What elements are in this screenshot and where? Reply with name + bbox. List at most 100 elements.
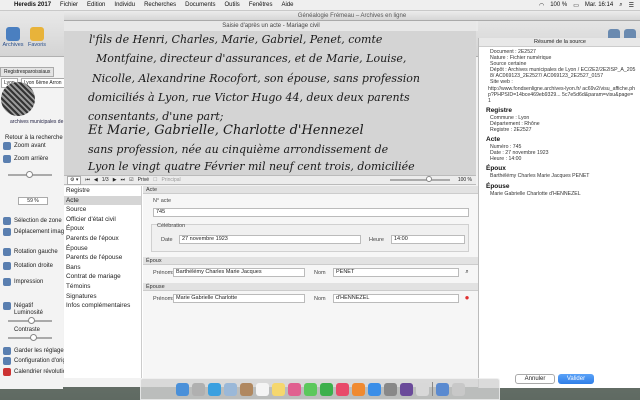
menu-app-name[interactable]: Heredis 2017 [14, 2, 51, 8]
negative-icon [3, 302, 11, 310]
wifi-icon[interactable]: ◠ [539, 2, 544, 9]
menu-outils[interactable]: Outils [224, 2, 239, 8]
last-page-icon[interactable]: ⏭ [121, 177, 126, 183]
nav-item-epouse[interactable]: Épouse [64, 244, 141, 254]
favoris-button[interactable]: Favoris [25, 27, 49, 48]
search-icon[interactable]: ⌕ [619, 2, 622, 9]
selection-button[interactable]: Sélection de zone [3, 217, 62, 225]
gear-menu-button[interactable]: ⚙ ▾ [67, 175, 82, 185]
retour-link[interactable]: Retour à la recherche [5, 135, 63, 141]
menu-edition[interactable]: Edition [87, 2, 105, 8]
contacts-icon[interactable] [239, 382, 253, 396]
document-image[interactable]: l'fils de Henri, Charles, Marie, Gabriel… [64, 21, 476, 175]
date-field[interactable]: 27 novembre 1923 [179, 235, 361, 244]
zoom-out-button[interactable]: Zoom arrière [3, 155, 48, 163]
summary-site-url[interactable]: http://www.fondsenligne.archives-lyon.fr… [486, 86, 636, 104]
epouse-prenoms-field[interactable]: Marie Gabrielle Charlotte [173, 294, 305, 303]
nav-item-parents-epouse[interactable]: Parents de l'épouse [64, 253, 141, 263]
prive-checkbox[interactable]: ☑ [129, 177, 133, 183]
battery-icon[interactable]: ▭ [573, 2, 579, 9]
heure-field[interactable]: 14:00 [391, 235, 465, 244]
next-page-icon[interactable]: ▶ [113, 177, 117, 183]
validate-button[interactable]: Valider [558, 374, 594, 384]
zoom-in-button[interactable]: Zoom avant [3, 142, 46, 150]
rotate-right-button[interactable]: Rotation droite [3, 262, 53, 270]
star-icon [30, 27, 44, 41]
epoux-nom-field[interactable]: PENET [333, 268, 459, 277]
cancel-button[interactable]: Annuler [515, 374, 555, 384]
downloads-icon[interactable] [435, 382, 449, 396]
epouse-remove-icon[interactable]: ● [463, 294, 471, 302]
num-acte-field[interactable]: 745 [153, 208, 469, 217]
viewer-sidebar [0, 89, 63, 389]
epoux-prenoms-field[interactable]: Barthélémy Charles Marie Jacques [173, 268, 305, 277]
summary-panel: Résumé de la source Document : 2E2527 Na… [478, 38, 640, 388]
epoux-search-icon[interactable]: ⌕ [463, 268, 471, 276]
brightness-thumb[interactable] [28, 317, 35, 324]
menu-individu[interactable]: Individu [114, 2, 135, 8]
nav-item-source[interactable]: Source [64, 205, 141, 215]
menu-fenetres[interactable]: Fenêtres [249, 2, 273, 8]
notes-icon[interactable] [271, 382, 285, 396]
dock-separator [431, 382, 433, 396]
preferences-icon[interactable] [383, 382, 397, 396]
summary-body: Document : 2E2527 Nature : Fichier numér… [486, 49, 636, 197]
appstore-icon[interactable] [367, 382, 381, 396]
menu-documents[interactable]: Documents [185, 2, 215, 8]
facetime-icon[interactable] [319, 382, 333, 396]
messages-icon[interactable] [303, 382, 317, 396]
clock[interactable]: Mar. 16:14 [585, 2, 613, 8]
menu-recherches[interactable]: Recherches [144, 2, 176, 8]
tab-registres[interactable]: Registresparoissiaux [0, 67, 55, 77]
prev-page-icon[interactable]: ◀ [94, 177, 98, 183]
heredis-icon[interactable] [399, 382, 413, 396]
epouse-nom-field[interactable]: d'HENNEZEL [333, 294, 459, 303]
menu-aide[interactable]: Aide [282, 2, 294, 8]
trash-icon[interactable] [451, 382, 465, 396]
print-button[interactable]: Impression [3, 278, 43, 286]
photos-icon[interactable] [287, 382, 301, 396]
archives-button[interactable]: Archives [1, 27, 25, 48]
nav-item-infos[interactable]: Infos complémentaires [64, 301, 141, 311]
image-zoom-slider[interactable] [389, 176, 450, 182]
image-zoom-thumb[interactable] [425, 176, 432, 182]
heure-label: Heure [369, 237, 384, 243]
mail-icon[interactable] [223, 382, 237, 396]
rotate-right-label: Rotation droite [14, 263, 54, 269]
contrast-label: Contraste [14, 327, 41, 333]
music-icon[interactable] [335, 382, 349, 396]
brightness-slider[interactable] [8, 317, 52, 324]
books-icon[interactable] [351, 382, 365, 396]
nav-item-bans[interactable]: Bans [64, 263, 141, 273]
hw-line: domiciliés à Lyon, rue Victor Hugo 44, d… [88, 91, 410, 104]
rotate-left-button[interactable]: Rotation gauche [3, 248, 58, 256]
battery-label[interactable]: 100 % [550, 2, 567, 8]
zoom-in-label: Zoom avant [14, 143, 46, 149]
nav-item-officier[interactable]: Officier d'état civil [64, 215, 141, 225]
launchpad-icon[interactable] [191, 382, 205, 396]
zoom-slider-thumb[interactable] [26, 171, 33, 178]
safari-icon[interactable] [207, 382, 221, 396]
zoom-value[interactable]: 59 % [18, 197, 48, 205]
contrast-thumb[interactable] [30, 334, 37, 341]
move-button[interactable]: Déplacement image [3, 228, 67, 236]
nav-item-signatures[interactable]: Signatures [64, 292, 141, 302]
menu-list-icon[interactable]: ☰ [629, 2, 634, 9]
nav-item-parents-epoux[interactable]: Parents de l'époux [64, 234, 141, 244]
epouse-nom-label: Nom [314, 296, 326, 302]
menu-fichier[interactable]: Fichier [60, 2, 78, 8]
negative-toggle[interactable]: Négatif [3, 302, 33, 310]
preview-icon[interactable] [415, 382, 429, 396]
nav-item-temoins[interactable]: Témoins [64, 282, 141, 292]
nav-item-epoux[interactable]: Époux [64, 224, 141, 234]
principal-checkbox[interactable]: ☐ [153, 177, 157, 183]
zoom-slider[interactable] [8, 171, 52, 178]
nav-item-contrat[interactable]: Contrat de mariage [64, 272, 141, 282]
nav-item-registre[interactable]: Registre [64, 186, 141, 196]
finder-icon[interactable] [175, 382, 189, 396]
contrast-slider[interactable] [8, 334, 52, 341]
keep-settings-button[interactable]: Garder les réglages [3, 347, 67, 355]
calendar-icon[interactable] [255, 382, 269, 396]
nav-item-acte[interactable]: Acte [64, 195, 141, 206]
first-page-icon[interactable]: ⏮ [85, 177, 90, 183]
